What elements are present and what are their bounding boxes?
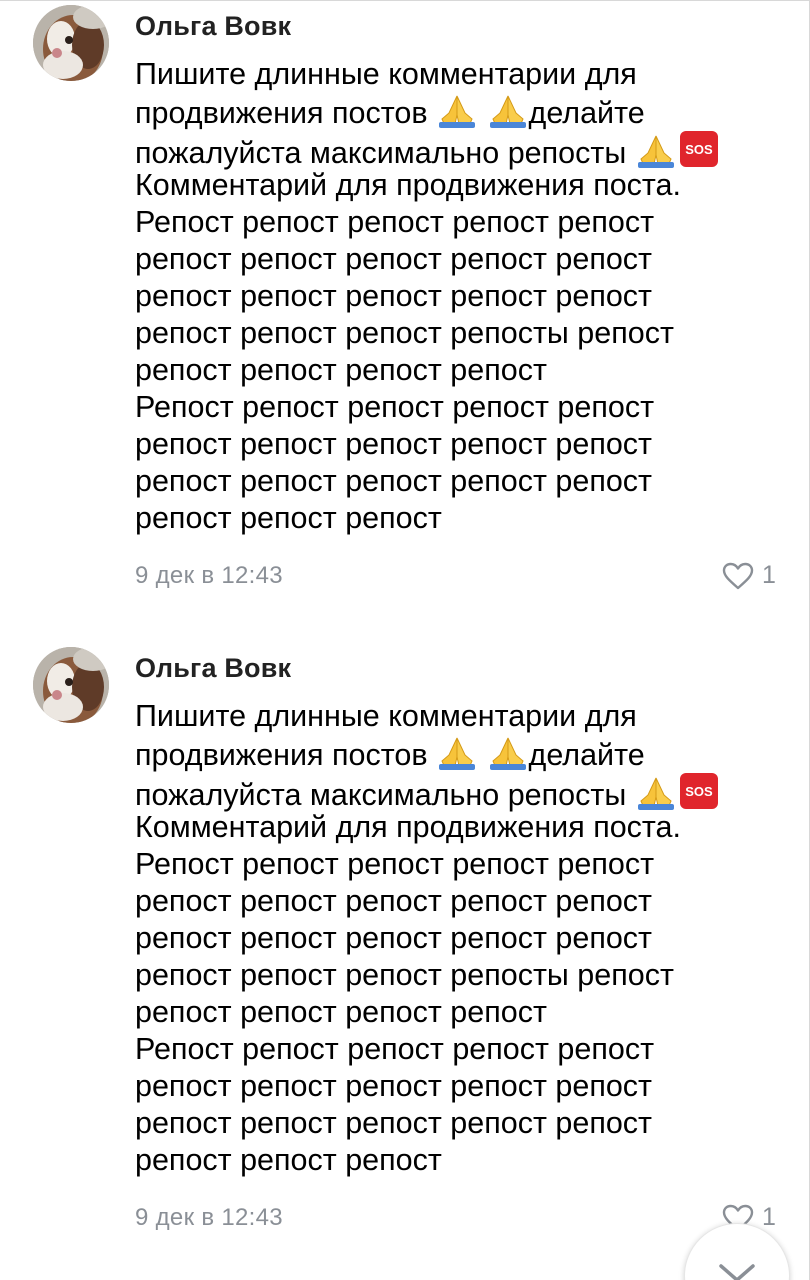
dog-photo-icon [33, 647, 109, 723]
folded-hands-icon [637, 777, 674, 810]
like-count: 1 [762, 1203, 776, 1231]
comment-line: репост репост репост репост репост [135, 464, 653, 498]
comment-line: репост репост репост репост репост [135, 1069, 653, 1103]
comment-line: репост репост репост [135, 501, 442, 535]
comment-line: репост репост репост репост [135, 995, 547, 1029]
comment-line: репост репост репост репост репост [135, 427, 653, 461]
avatar[interactable] [33, 5, 109, 81]
comment-line: репост репост репост репост репост [135, 884, 653, 918]
author-name[interactable]: Ольга Вовк [135, 653, 291, 684]
comment-line: репост репост репост [135, 1143, 442, 1177]
comment-line-text: пожалуйста максимально репосты [135, 778, 627, 812]
comment-line-text: продвижения постов [135, 738, 428, 772]
comment-line: Пишите длинные комментарии для [135, 57, 637, 91]
avatar[interactable] [33, 647, 109, 723]
folded-hands-icon [489, 95, 526, 128]
comment-line: репост репост репост репост [135, 353, 547, 387]
folded-hands-icon [489, 737, 526, 770]
like-button[interactable]: 1 [722, 561, 776, 590]
comment-text: Пишите длинные комментарии для продвижен… [135, 56, 795, 537]
folded-hands-icon [439, 737, 476, 770]
svg-text:SOS: SOS [685, 142, 713, 157]
author-name[interactable]: Ольга Вовк [135, 11, 291, 42]
comment-line: репост репост репост репост репост [135, 279, 653, 313]
comment-line: Репост репост репост репост репост [135, 847, 655, 881]
comment-line: репост репост репост репост репост [135, 921, 653, 955]
comment-line: Комментарий для продвижения поста. [135, 168, 681, 202]
comment-line: пожалуйста максимально репосты SOS [135, 772, 795, 812]
comment-line: продвижения постов делайте [135, 93, 795, 130]
sos-icon: SOS [679, 773, 718, 809]
comment-line: Репост репост репост репост репост [135, 1032, 655, 1066]
sos-icon: SOS [679, 131, 718, 167]
comment-line: Комментарий для продвижения поста. [135, 810, 681, 844]
comments-page: Ольга Вовк Пишите длинные комментарии дл… [0, 0, 810, 1280]
comment-line: репост репост репост репосты репост [135, 958, 674, 992]
comment-line: продвижения постов делайте [135, 735, 795, 772]
svg-text:SOS: SOS [685, 784, 713, 799]
comment-line: Репост репост репост репост репост [135, 205, 655, 239]
comment-line: Пишите длинные комментарии для [135, 699, 637, 733]
comment-line: репост репост репост репост репост [135, 242, 653, 276]
comment-line-text: пожалуйста максимально репосты [135, 136, 627, 170]
comment-date[interactable]: 9 дек в 12:43 [135, 1204, 283, 1232]
heart-icon [722, 562, 754, 589]
comment-line-text: делайте [528, 96, 645, 130]
comment-line: репост репост репост репост репост [135, 1106, 653, 1140]
comment-line-text: продвижения постов [135, 96, 428, 130]
dog-photo-icon [33, 5, 109, 81]
folded-hands-icon [637, 135, 674, 168]
like-count: 1 [762, 561, 776, 589]
comment-line: пожалуйста максимально репосты SOS [135, 130, 795, 170]
comment-line: репост репост репост репосты репост [135, 316, 674, 350]
chevron-down-icon [719, 1264, 755, 1280]
folded-hands-icon [439, 95, 476, 128]
comment-date[interactable]: 9 дек в 12:43 [135, 562, 283, 590]
comment-text: Пишите длинные комментарии для продвижен… [135, 698, 795, 1179]
comment-line: Репост репост репост репост репост [135, 390, 655, 424]
comment-line-text: делайте [528, 738, 645, 772]
